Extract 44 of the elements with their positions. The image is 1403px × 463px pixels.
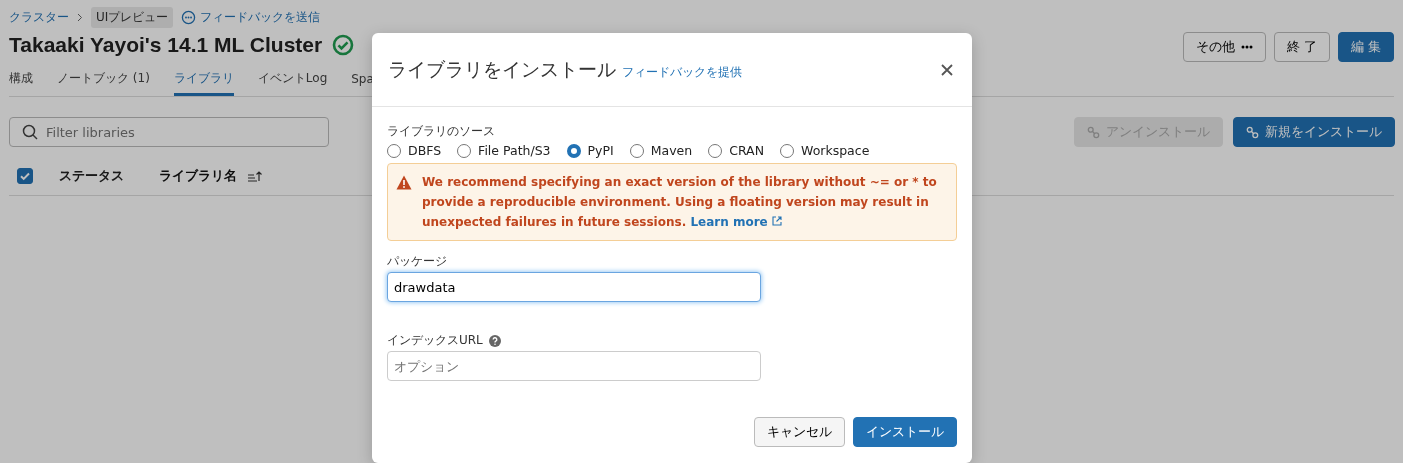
filter-input[interactable]: Filter libraries xyxy=(9,117,329,147)
help-icon[interactable] xyxy=(488,334,501,347)
source-radio[interactable]: DBFS xyxy=(387,143,442,158)
link-icon xyxy=(1087,125,1100,139)
column-header[interactable]: ステータス xyxy=(59,167,149,185)
more-button[interactable]: その他 xyxy=(1182,32,1266,62)
ellipsis-icon xyxy=(1240,45,1253,49)
radio-button[interactable] xyxy=(566,143,581,158)
search-icon xyxy=(22,124,38,140)
chevron-right-icon xyxy=(77,13,83,22)
field-label: インデックスURL xyxy=(387,332,483,349)
source-radio[interactable]: Maven xyxy=(629,143,693,158)
breadcrumb-link[interactable]: クラスター xyxy=(9,9,69,26)
terminate-button[interactable]: 終 了 xyxy=(1273,32,1330,62)
package-input[interactable]: drawdata xyxy=(387,272,761,302)
dialog-title: ライブラリをインストール xyxy=(388,56,616,82)
external-link-icon xyxy=(771,216,782,226)
tab[interactable]: 構成 xyxy=(9,66,33,96)
feedback-link[interactable]: フィードバックを送信 xyxy=(181,9,321,26)
install-button[interactable]: インストール xyxy=(853,417,957,447)
tab[interactable]: イベントLog xyxy=(257,66,328,96)
source-radio[interactable]: File Path/S3 xyxy=(457,143,551,158)
select-all-checkbox[interactable] xyxy=(17,168,33,184)
warning-text: We recommend specifying an exact version of the library without ~= or * to provide a reproducible environment. Using a floating version may result in unexpected failures in future sessions. Learn more xyxy=(422,174,938,231)
install-new-button[interactable]: 新規をインストール xyxy=(1233,117,1395,147)
source-radio[interactable]: Workspace xyxy=(780,143,870,158)
preview-badge: UIプレビュー xyxy=(91,7,174,28)
warning-icon xyxy=(396,175,412,190)
edit-button[interactable]: 編 集 xyxy=(1337,32,1394,62)
field-label: ライブラリのソース xyxy=(387,123,495,140)
source-radio[interactable]: CRAN xyxy=(708,143,764,158)
cancel-button[interactable]: キャンセル xyxy=(754,417,845,447)
learn-more-link[interactable]: Learn more xyxy=(690,215,782,229)
tab[interactable]: ライブラリ xyxy=(173,66,234,96)
field-label: パッケージ xyxy=(387,253,447,270)
sort-ascending-icon[interactable] xyxy=(247,170,263,182)
tab[interactable]: ノートブック (1) xyxy=(57,66,150,96)
chat-bubble-icon xyxy=(181,10,197,25)
link-icon xyxy=(1246,125,1259,139)
source-radio[interactable]: PyPI xyxy=(566,143,614,158)
column-header[interactable]: ライブラリ名 xyxy=(159,167,237,185)
cluster-title: Takaaki Yayoi's 14.1 ML Cluster xyxy=(9,33,323,57)
feedback-link[interactable]: フィードバックを提供 xyxy=(622,63,742,81)
index-url-input[interactable]: オプション xyxy=(387,351,761,381)
